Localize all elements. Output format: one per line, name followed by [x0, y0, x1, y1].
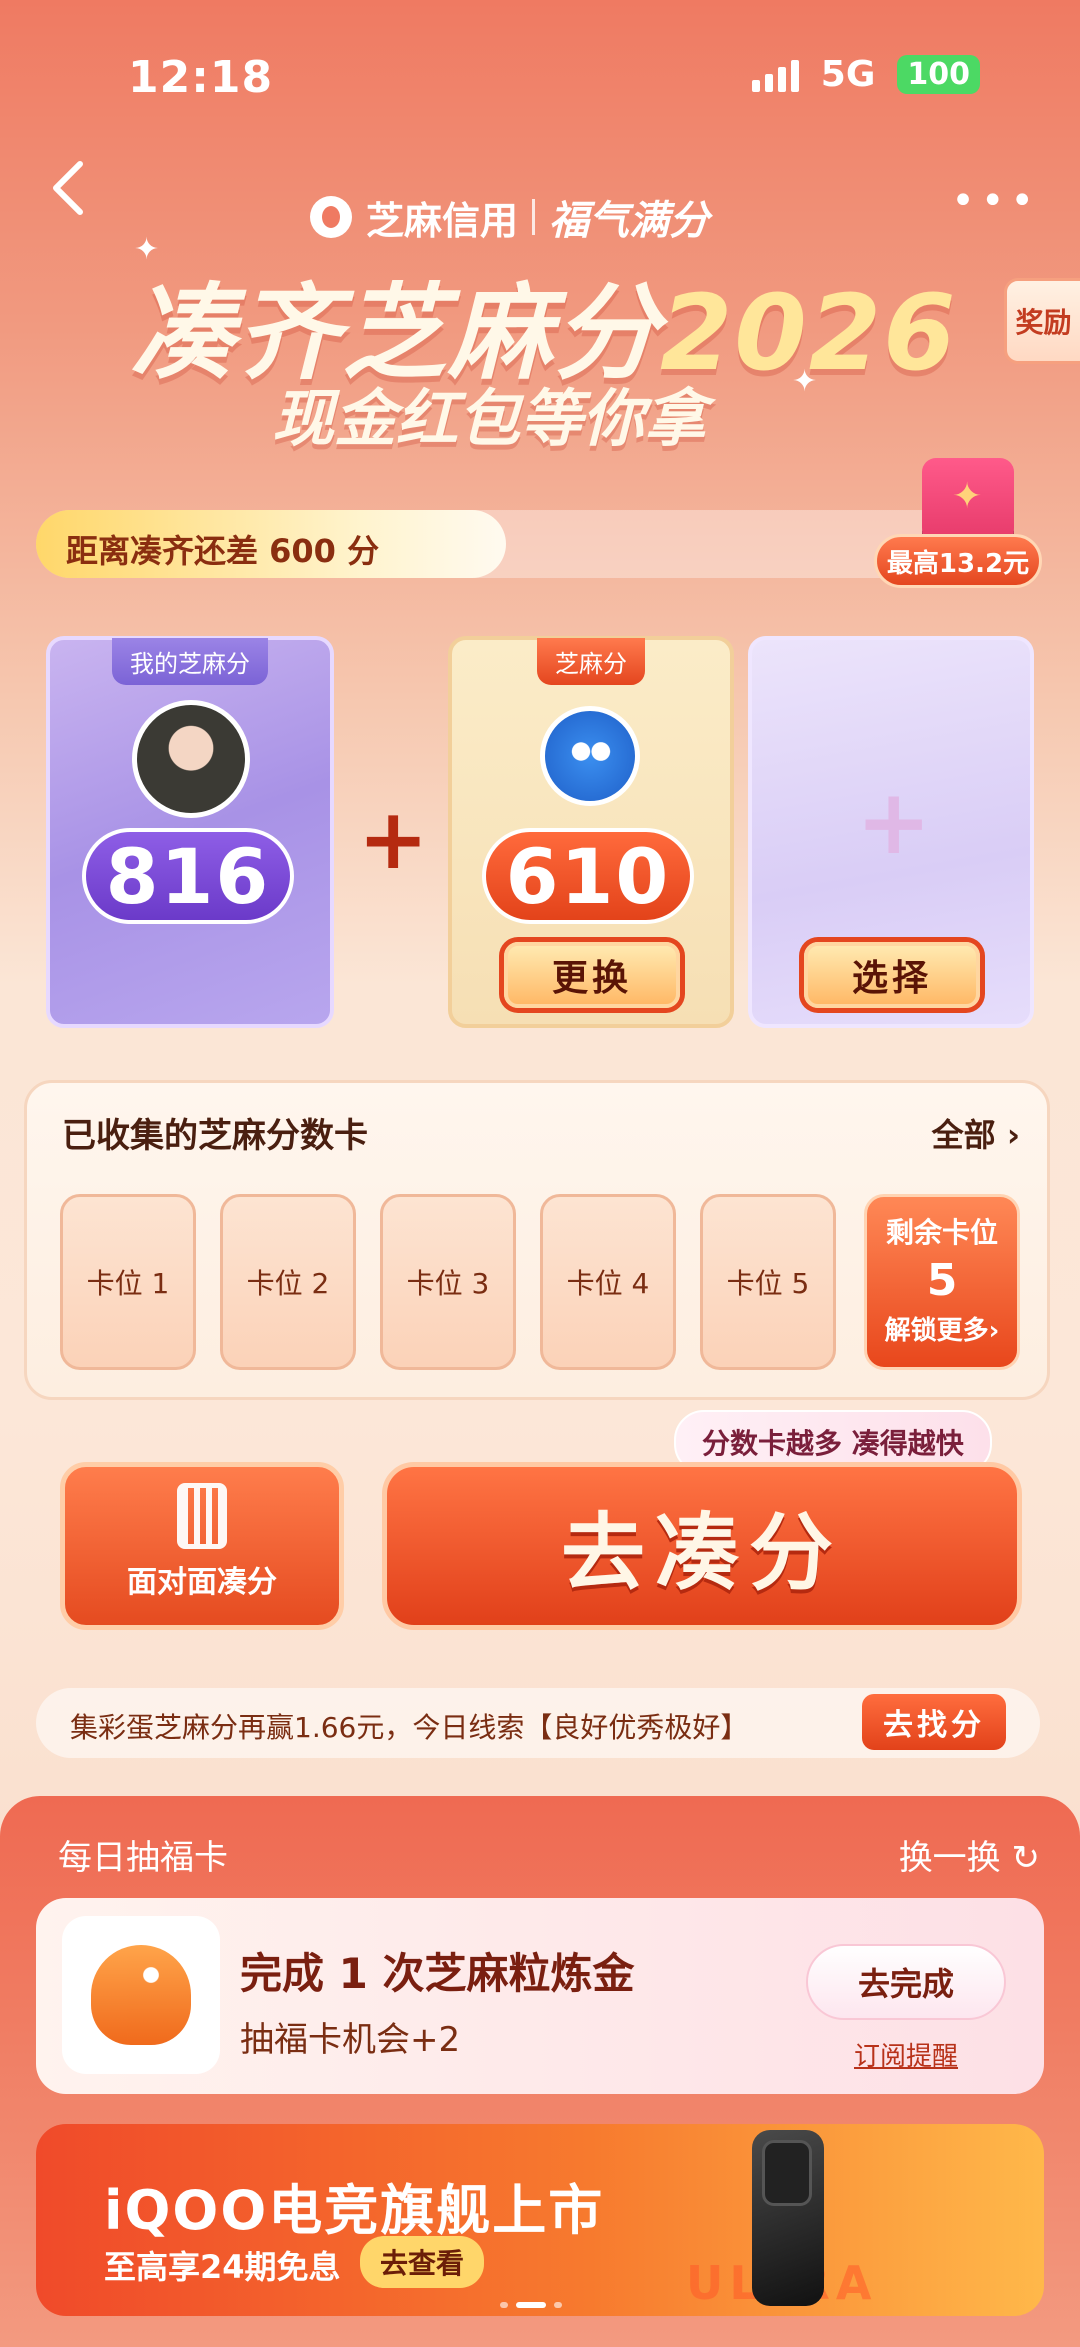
status-time: 12:18: [128, 52, 274, 103]
brand-name: 芝麻信用: [366, 198, 519, 243]
go-collect-button[interactable]: 去凑分: [382, 1462, 1022, 1630]
duck-mascot-icon: [91, 1945, 191, 2045]
task-title: 完成 1 次芝麻粒炼金: [240, 1949, 635, 1998]
swap-button[interactable]: 更换: [504, 942, 680, 1008]
back-icon[interactable]: [48, 158, 88, 218]
ad-subtitle: 至高享24期免息: [104, 2248, 341, 2286]
brand-divider: [532, 199, 536, 235]
collected-title: 已收集的芝麻分数卡: [62, 1116, 368, 1156]
clue-text: 集彩蛋芝麻分再赢1.66元，今日线索【良好优秀极好】: [70, 1711, 749, 1744]
card-slot[interactable]: 卡位 5: [700, 1194, 836, 1370]
chevron-right-icon: ›: [1006, 1116, 1020, 1154]
find-score-button[interactable]: 去找分: [862, 1694, 1006, 1750]
subscribe-reminder-link[interactable]: 订阅提醒: [854, 2036, 958, 2073]
face-to-face-label: 面对面凑分: [127, 1565, 277, 1600]
card-slot[interactable]: 卡位 2: [220, 1194, 356, 1370]
complete-task-button[interactable]: 去完成: [806, 1944, 1006, 2020]
ad-view-button[interactable]: 去查看: [360, 2236, 485, 2288]
remaining-label: 剩余卡位: [885, 1216, 998, 1249]
max-reward-badge[interactable]: 最高13.2元: [874, 534, 1042, 588]
brand-slogan: 福气满分: [549, 198, 710, 244]
my-score-value: 816: [82, 828, 294, 924]
refresh-button[interactable]: 换一换 ↻: [899, 1830, 1040, 1879]
sesame-logo-icon: [310, 196, 352, 238]
friend-score-label: 芝麻分: [537, 638, 645, 685]
view-all-label: 全部: [931, 1116, 996, 1154]
daily-title: 每日抽福卡: [58, 1838, 228, 1878]
carousel-dots: [500, 2302, 562, 2308]
signal-icon: [751, 58, 799, 92]
brand-bar: 芝麻信用 福气满分: [310, 188, 709, 246]
network-label: 5G: [820, 54, 876, 95]
carousel-dot: [500, 2302, 508, 2308]
my-score-label: 我的芝麻分: [112, 638, 268, 685]
select-button[interactable]: 选择: [804, 942, 980, 1008]
carousel-dot: [554, 2302, 562, 2308]
carousel-dot-active: [516, 2302, 546, 2308]
face-to-face-button[interactable]: 面对面凑分: [60, 1462, 344, 1630]
subheadline: 现金红包等你拿: [272, 382, 707, 455]
remaining-slots-card[interactable]: 剩余卡位 5 解锁更多›: [864, 1194, 1020, 1370]
ad-title: iQOO电竞旗舰上市: [104, 2179, 605, 2242]
progress-text: 距离凑齐还差 600 分: [66, 532, 380, 570]
add-card-icon: +: [856, 770, 932, 875]
unlock-more-link: 解锁更多›: [884, 1316, 1000, 1346]
battery-indicator: 100: [897, 55, 980, 94]
qr-code-icon: [177, 1483, 227, 1549]
reward-tab[interactable]: 奖励: [1004, 278, 1080, 364]
remaining-count: 5: [926, 1255, 958, 1306]
more-icon[interactable]: •••: [951, 178, 1040, 224]
card-slot[interactable]: 卡位 3: [380, 1194, 516, 1370]
status-indicators: 5G 100: [751, 54, 980, 95]
plus-icon: +: [358, 790, 429, 888]
card-slot[interactable]: 卡位 4: [540, 1194, 676, 1370]
refresh-label: 换一换: [898, 1838, 1001, 1878]
task-subtitle: 抽福卡机会+2: [240, 2020, 461, 2060]
unlock-more-label: 解锁更多: [884, 1316, 989, 1346]
refresh-icon: ↻: [1011, 1838, 1041, 1878]
task-icon: [62, 1916, 220, 2074]
friend-score-value: 610: [482, 828, 694, 924]
card-slot[interactable]: 卡位 1: [60, 1194, 196, 1370]
avatar: [132, 700, 250, 818]
view-all-link[interactable]: 全部 ›: [932, 1110, 1020, 1156]
phone-camera: [762, 2140, 812, 2206]
red-packet-icon[interactable]: [922, 458, 1014, 542]
mascot-avatar: [540, 706, 640, 806]
